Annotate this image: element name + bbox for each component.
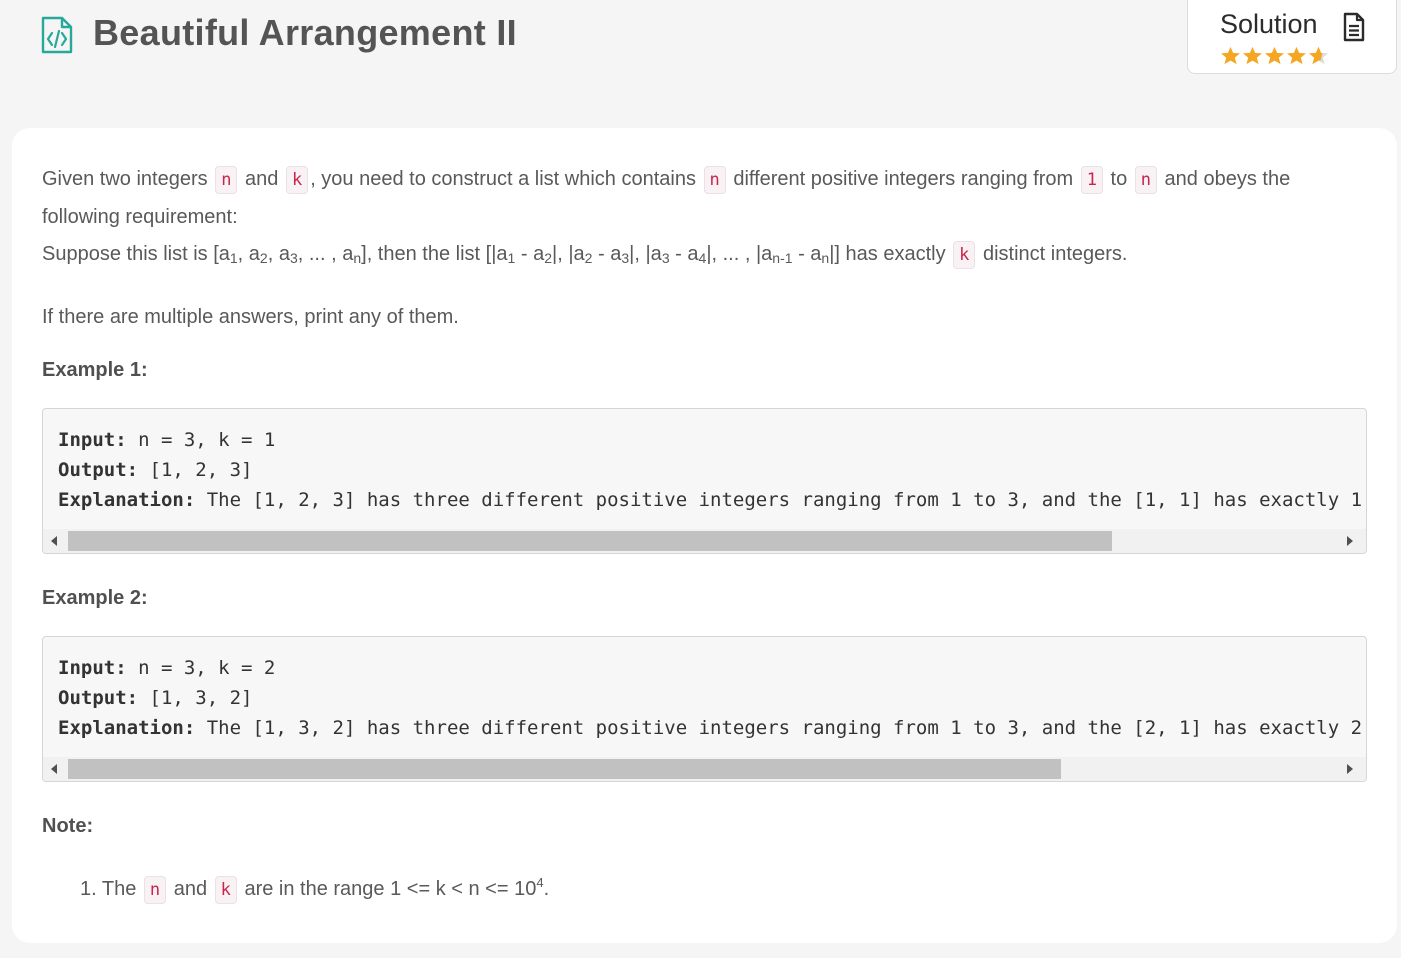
scroll-left-arrow-icon[interactable]	[51, 536, 57, 546]
example-1-code-block[interactable]: Input: n = 3, k = 1 Output: [1, 2, 3] Ex…	[42, 408, 1367, 554]
description-paragraph-3: If there are multiple answers, print any…	[42, 306, 459, 328]
scroll-right-arrow-icon[interactable]	[1347, 536, 1353, 546]
note-list: 1. The n and k are in the range 1 <= k <…	[42, 868, 1372, 905]
inline-code: k	[953, 241, 976, 269]
scrollbar-thumb[interactable]	[68, 759, 1061, 779]
half-star-icon	[1309, 46, 1328, 65]
inline-code: n	[215, 166, 238, 194]
example-1-heading: Example 1:	[42, 359, 148, 381]
star-icon	[1243, 46, 1262, 65]
scrollbar-thumb[interactable]	[68, 531, 1112, 551]
document-icon	[1343, 12, 1365, 42]
note-heading: Note:	[42, 815, 94, 837]
inline-code: n	[703, 166, 726, 194]
inline-code: k	[214, 876, 237, 904]
solution-button[interactable]: Solution	[1187, 0, 1397, 74]
star-icon	[1221, 46, 1240, 65]
page-header: Beautiful Arrangement II Solution	[0, 0, 1401, 100]
example-1-code: Input: n = 3, k = 1 Output: [1, 2, 3] Ex…	[58, 429, 1363, 511]
inline-code: 1	[1080, 166, 1103, 194]
scroll-left-arrow-icon[interactable]	[51, 764, 57, 774]
rating-stars	[1220, 46, 1329, 65]
description-paragraph-2: Suppose this list is [a1, a2, a3, ... , …	[42, 236, 1372, 277]
inline-code: n	[143, 876, 167, 904]
inline-code: k	[285, 166, 309, 194]
code-file-icon	[41, 16, 73, 54]
solution-label: Solution	[1220, 9, 1318, 39]
scroll-right-arrow-icon[interactable]	[1347, 764, 1353, 774]
problem-description: Given two integers n and k, you need to …	[42, 161, 1372, 905]
example-2-horizontal-scrollbar[interactable]	[43, 757, 1366, 781]
example-1-horizontal-scrollbar[interactable]	[43, 529, 1366, 553]
star-icon	[1287, 46, 1306, 65]
description-paragraph-1: Given two integers n and k, you need to …	[42, 166, 1291, 228]
note-item: 1. The n and k are in the range 1 <= k <…	[80, 868, 1372, 905]
example-2-code: Input: n = 3, k = 2 Output: [1, 3, 2] Ex…	[58, 657, 1363, 739]
example-2-code-block[interactable]: Input: n = 3, k = 2 Output: [1, 3, 2] Ex…	[42, 636, 1367, 782]
inline-code: n	[1134, 166, 1157, 194]
page-title: Beautiful Arrangement II	[93, 12, 517, 53]
problem-card: Given two integers n and k, you need to …	[12, 128, 1397, 943]
example-2-heading: Example 2:	[42, 587, 148, 609]
star-icon	[1265, 46, 1284, 65]
